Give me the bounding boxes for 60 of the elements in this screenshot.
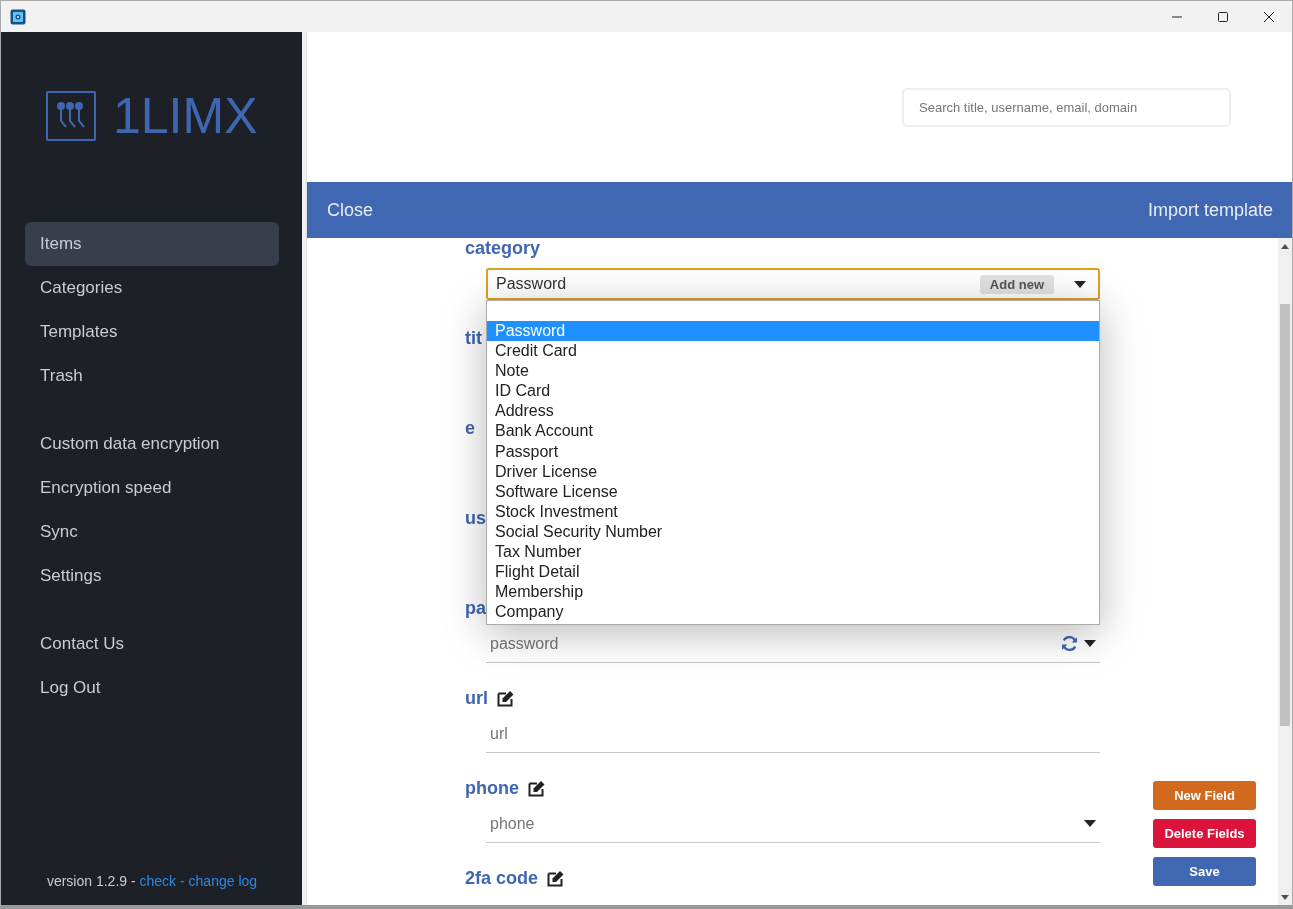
app-icon [10,8,26,25]
field-label: category [465,238,541,259]
refresh-icon[interactable] [1061,635,1078,652]
close-link[interactable]: Close [327,199,374,221]
nav-item[interactable]: Sync [25,510,279,554]
dropdown-option[interactable]: Passport [487,441,1099,462]
search-field[interactable]: Search title, username, email, domain [902,88,1231,127]
edit-icon[interactable] [547,869,566,887]
add-new-button[interactable]: Add new [979,274,1054,294]
caret-icon[interactable] [1074,280,1086,288]
scrollbar[interactable] [1278,238,1292,905]
action-button[interactable]: New Field [1153,781,1256,810]
dropdown-option[interactable]: ID Card [487,381,1099,402]
nav-item[interactable]: Items [25,222,279,266]
scroll-up-icon[interactable] [1281,243,1289,249]
dropdown-option[interactable]: Membership [487,582,1099,603]
nav-item[interactable]: Log Out [25,666,279,710]
dropdown-option[interactable]: Stock Investment [487,501,1099,522]
nav-item[interactable]: Custom data encryption [25,422,279,466]
import-template-link[interactable]: Import template [1147,199,1273,221]
dropdown-option[interactable]: Flight Detail [487,562,1099,583]
scroll-down-icon[interactable] [1281,894,1289,900]
maximize-icon[interactable] [1217,10,1229,23]
nav-item[interactable]: Templates [25,310,279,354]
field-label: pa [465,597,486,619]
field-label: us [465,507,486,529]
field-label: url [465,687,488,709]
edit-icon[interactable] [497,689,515,707]
field-label: 2fa code [465,867,539,889]
field-label: phone [465,777,519,799]
text-field[interactable]: phone [486,805,1100,843]
text-field[interactable]: url [486,715,1100,753]
dropdown-option[interactable]: Software License [487,481,1099,502]
dropdown-option[interactable]: Social Security Number [487,521,1099,543]
field-label: e [465,417,475,439]
dropdown-option[interactable]: Company [487,602,1099,623]
edit-icon[interactable] [528,779,546,797]
caret-icon[interactable] [1084,820,1096,827]
nav-item[interactable]: Encryption speed [25,466,279,510]
logo-icon [46,91,96,141]
nav-item[interactable]: Contact Us [25,622,279,666]
dropdown-option[interactable]: Credit Card [487,341,1099,362]
logo-text: 1LIMX [113,87,258,145]
dropdown-option[interactable]: Driver License [487,461,1099,482]
nav-item[interactable]: Trash [25,354,279,398]
caret-icon[interactable] [1084,640,1096,647]
close-icon[interactable] [1263,10,1275,23]
version-footer: version 1.2.9 - check - change log [25,873,279,889]
change-log-link[interactable]: change log [188,873,258,889]
action-button[interactable]: Delete Fields [1153,819,1256,848]
dropdown-option[interactable]: Bank Account [487,421,1099,442]
dropdown-option[interactable]: Address [487,401,1099,422]
dropdown-option[interactable]: Note [487,361,1099,382]
nav-item[interactable]: Settings [25,554,279,598]
category-select[interactable]: Password Add new [486,268,1100,300]
check-link[interactable]: check [139,873,177,889]
dropdown-option[interactable]: Tax Number [487,542,1099,563]
action-button[interactable]: Save [1153,857,1256,886]
field-label: tit [465,327,482,349]
nav-item[interactable]: Categories [25,266,279,310]
